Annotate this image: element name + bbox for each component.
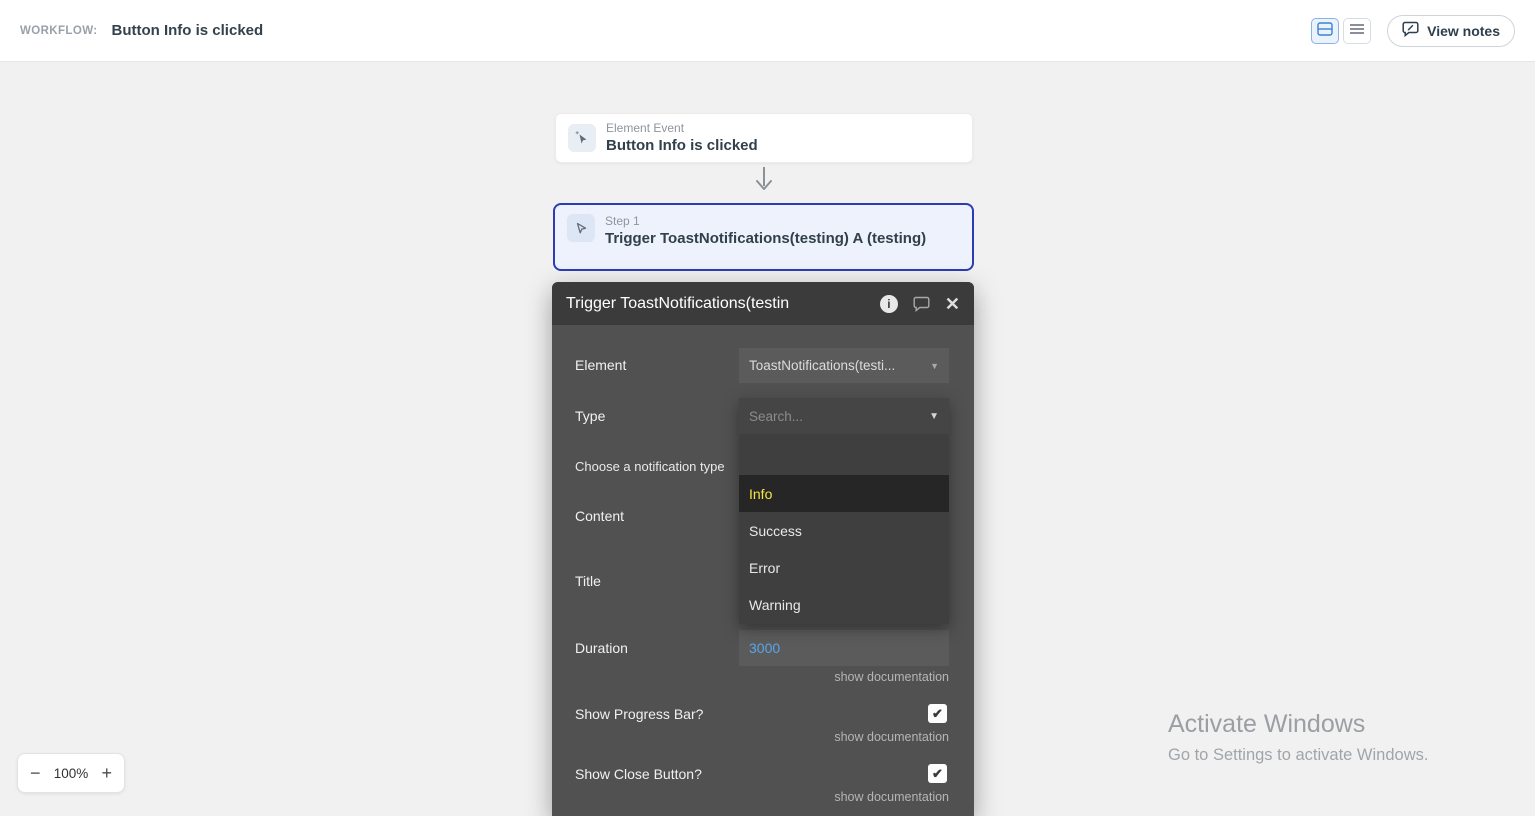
step-action-icon [567, 214, 595, 242]
workflow-label: WORKFLOW: [20, 25, 97, 37]
type-label: Type [575, 408, 605, 424]
check-icon: ✔ [932, 766, 943, 782]
view-toggle-group [1311, 18, 1371, 44]
zoom-level: 100% [54, 766, 89, 781]
step-card-text: Step 1 Trigger ToastNotifications(testin… [605, 214, 926, 249]
show-progress-bar-label: Show Progress Bar? [575, 706, 703, 722]
option-info[interactable]: Info [739, 475, 949, 512]
event-title: Button Info is clicked [606, 136, 758, 156]
show-close-button-checkbox[interactable]: ✔ [928, 764, 947, 783]
zoom-out-button[interactable]: − [30, 764, 41, 782]
type-options-list: Info Success Error Warning [739, 475, 949, 623]
view-notes-button[interactable]: View notes [1387, 15, 1515, 47]
step-title: Trigger ToastNotifications(testing) A (t… [605, 229, 926, 249]
note-bubble-icon [1402, 21, 1419, 40]
workflow-breadcrumb: WORKFLOW: Button Info is clicked [20, 22, 263, 39]
show-documentation-link[interactable]: show documentation [834, 730, 949, 744]
info-icon[interactable]: i [880, 295, 898, 313]
popup-header[interactable]: Trigger ToastNotifications(testin i ✕ [552, 282, 974, 325]
activate-windows-watermark: Activate Windows Go to Settings to activ… [1168, 710, 1428, 765]
type-search-input[interactable] [749, 409, 923, 424]
popup-header-icons: i ✕ [880, 295, 960, 313]
step-card[interactable]: Step 1 Trigger ToastNotifications(testin… [553, 203, 974, 271]
list-view-icon [1350, 23, 1364, 38]
content-label: Content [575, 508, 624, 524]
split-view-button[interactable] [1311, 18, 1339, 44]
zoom-control: − 100% + [17, 753, 125, 793]
duration-label: Duration [575, 640, 628, 656]
split-view-icon [1317, 22, 1333, 39]
popup-title: Trigger ToastNotifications(testin [566, 295, 880, 313]
option-error[interactable]: Error [739, 549, 949, 586]
event-kind-label: Element Event [606, 121, 758, 136]
flow-connector-arrow [752, 166, 776, 201]
action-property-editor: Trigger ToastNotifications(testin i ✕ El… [552, 282, 974, 816]
watermark-line2: Go to Settings to activate Windows. [1168, 746, 1428, 765]
event-card[interactable]: Element Event Button Info is clicked [555, 113, 973, 163]
close-icon[interactable]: ✕ [945, 295, 960, 313]
top-bar: WORKFLOW: Button Info is clicked [0, 0, 1535, 62]
option-success[interactable]: Success [739, 512, 949, 549]
list-view-button[interactable] [1343, 18, 1371, 44]
show-documentation-link[interactable]: show documentation [834, 670, 949, 684]
workflow-title: Button Info is clicked [111, 22, 263, 39]
show-close-button-label: Show Close Button? [575, 766, 702, 782]
type-dropdown-panel: ▼ Info Success Error Warning [739, 398, 949, 624]
event-card-text: Element Event Button Info is clicked [606, 121, 758, 156]
element-event-icon [568, 124, 596, 152]
show-progress-bar-checkbox[interactable]: ✔ [928, 704, 947, 723]
step-kind-label: Step 1 [605, 214, 926, 229]
element-dropdown[interactable]: ToastNotifications(testi... ▼ [739, 348, 949, 383]
show-documentation-link[interactable]: show documentation [834, 790, 949, 804]
comment-icon[interactable] [913, 296, 930, 312]
element-label: Element [575, 357, 626, 373]
zoom-in-button[interactable]: + [101, 764, 112, 782]
type-search-row[interactable]: ▼ [739, 398, 949, 434]
popup-body: Element ToastNotifications(testi... ▼ Ty… [552, 325, 974, 816]
duration-input[interactable]: 3000 [739, 630, 949, 666]
view-notes-label: View notes [1427, 23, 1500, 39]
check-icon: ✔ [932, 706, 943, 722]
element-dropdown-value: ToastNotifications(testi... [749, 358, 924, 373]
option-warning[interactable]: Warning [739, 586, 949, 623]
title-label: Title [575, 573, 601, 589]
watermark-line1: Activate Windows [1168, 710, 1428, 739]
type-hint: Choose a notification type [575, 459, 725, 474]
caret-down-icon: ▼ [929, 411, 939, 422]
top-bar-actions: View notes [1311, 15, 1515, 47]
duration-value: 3000 [749, 640, 939, 656]
caret-down-icon: ▼ [930, 361, 939, 371]
workflow-editor: WORKFLOW: Button Info is clicked [0, 0, 1535, 816]
